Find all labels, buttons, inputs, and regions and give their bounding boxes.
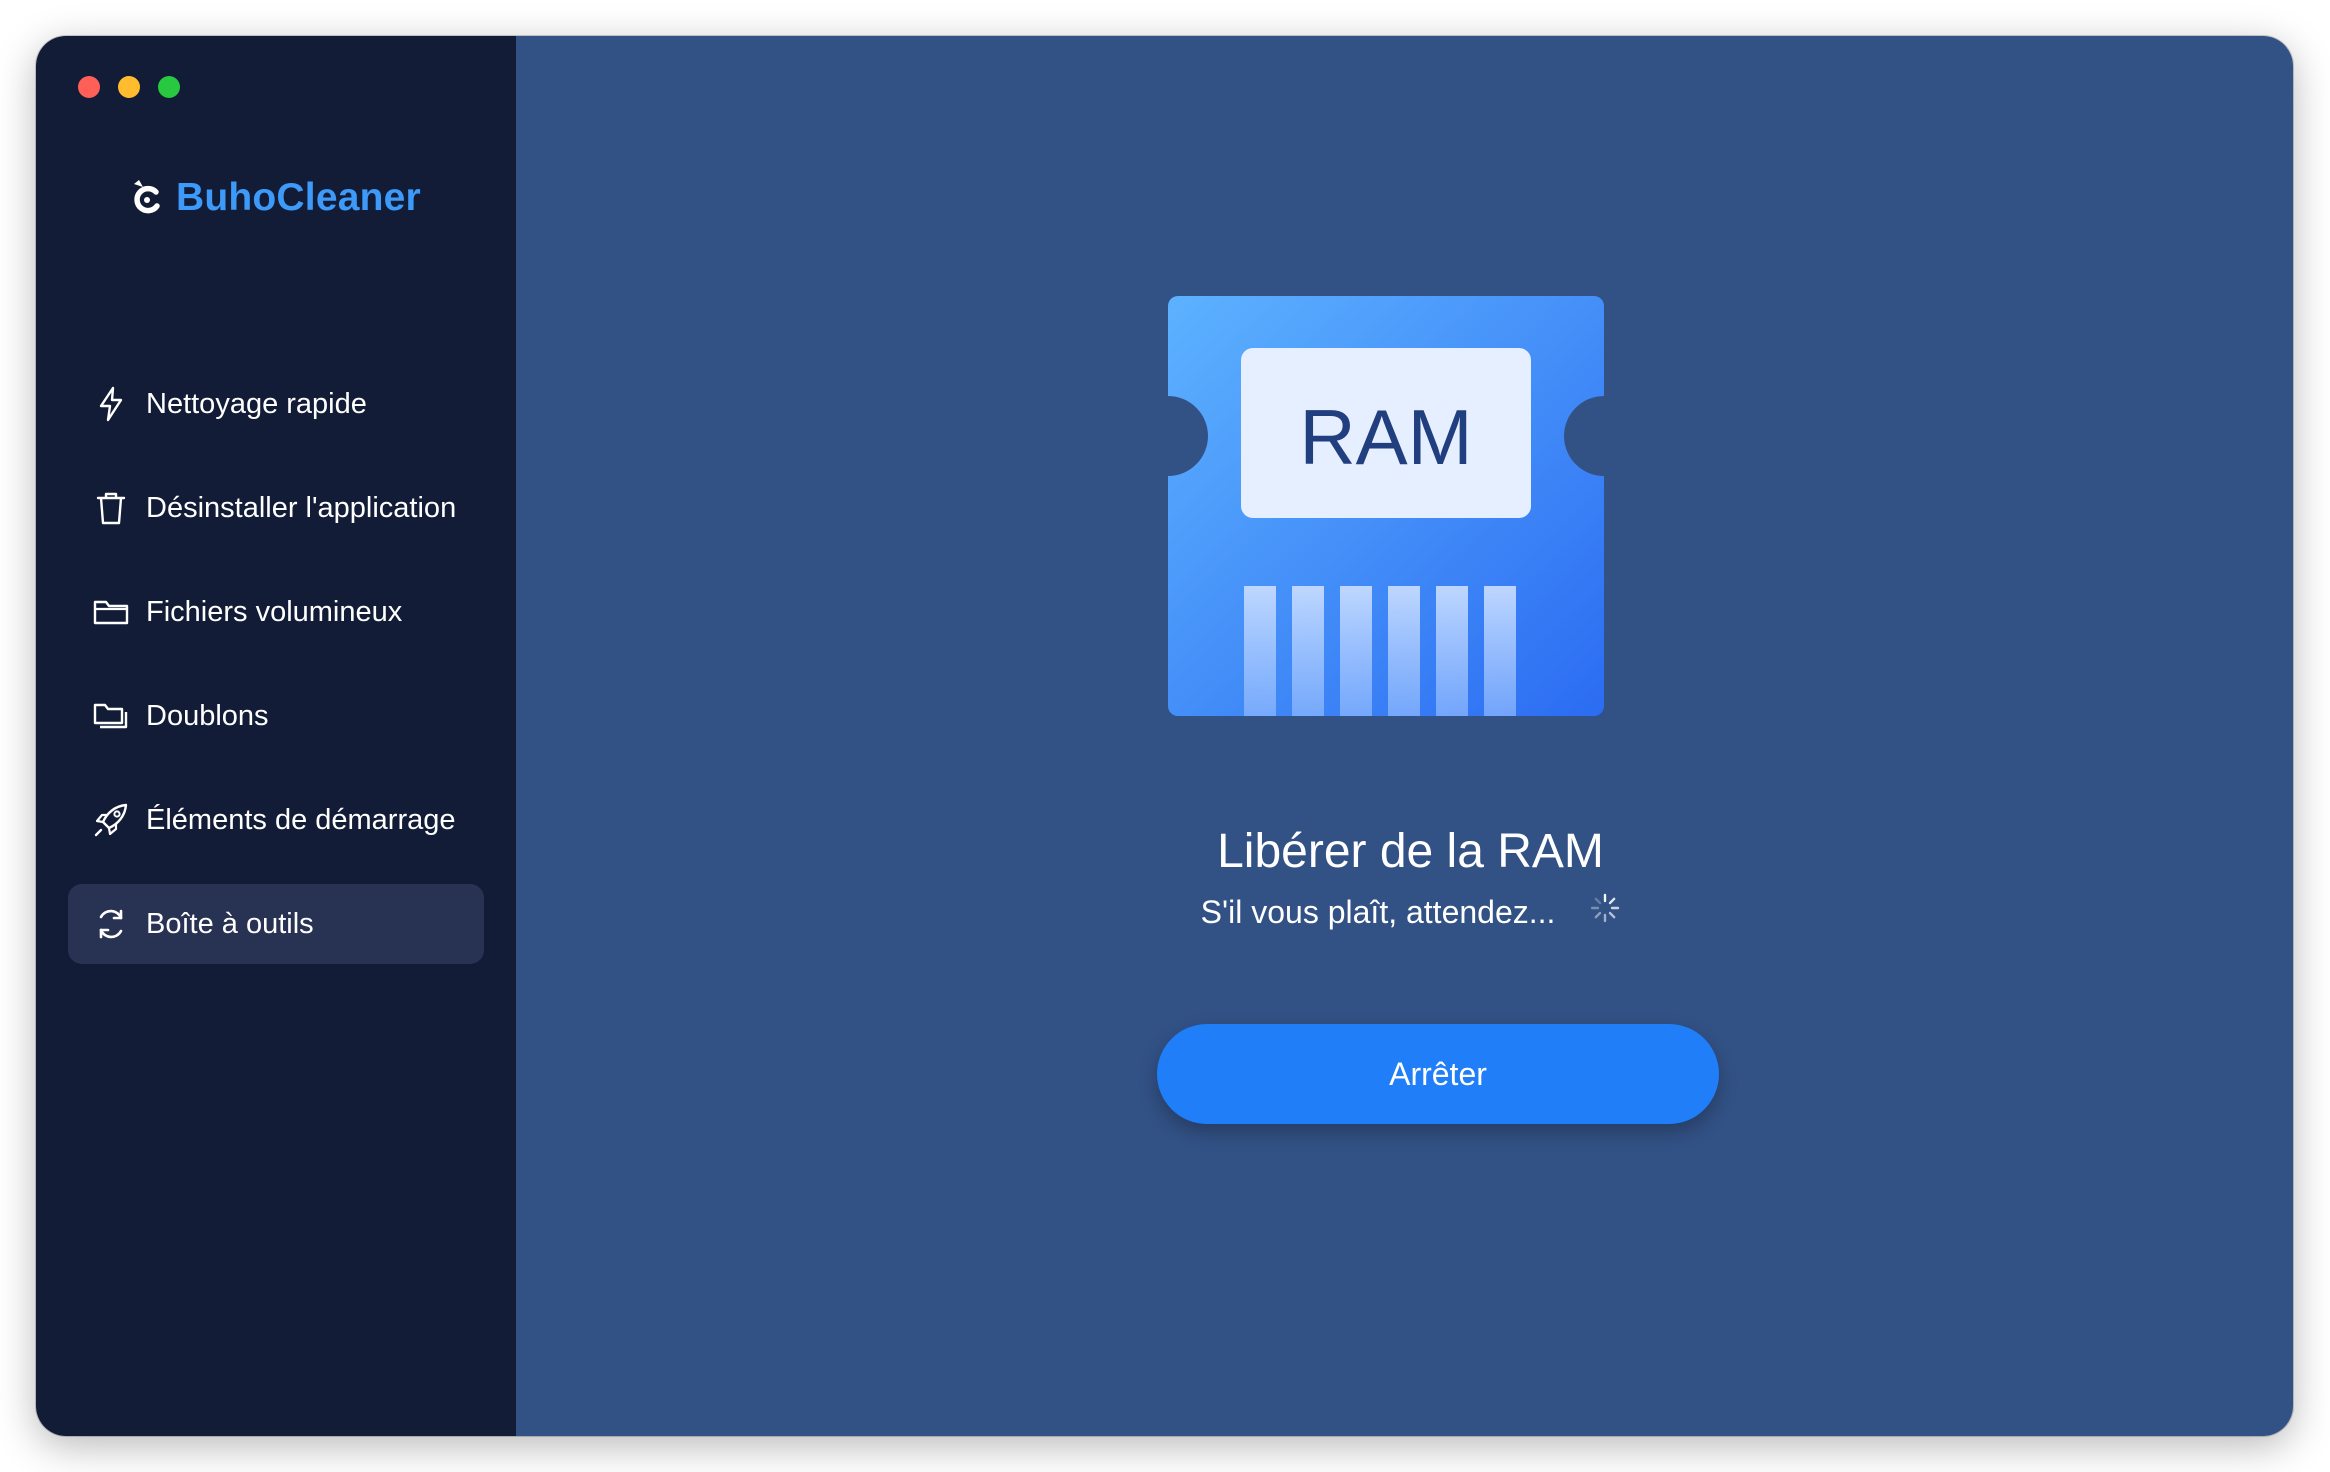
ram-chip-illustration: RAM (1168, 296, 1604, 716)
loading-spinner-icon (1590, 893, 1620, 931)
sidebar: BuhoCleaner Nettoyage rapide Désinstalle… (36, 36, 516, 1436)
sidebar-item-label: Fichiers volumineux (146, 595, 403, 628)
rocket-icon (92, 801, 130, 839)
duplicate-folders-icon (92, 697, 130, 735)
sidebar-item-large-files[interactable]: Fichiers volumineux (68, 572, 484, 652)
brand: BuhoCleaner (130, 176, 421, 220)
main-panel: RAM Libérer de la RAM S'il vous plaît, a… (516, 36, 2293, 1436)
trash-icon (92, 489, 130, 527)
sidebar-item-label: Nettoyage rapide (146, 387, 367, 420)
sidebar-item-toolbox[interactable]: Boîte à outils (68, 884, 484, 964)
status-row: S'il vous plaît, attendez... (516, 893, 2293, 934)
sidebar-item-duplicates[interactable]: Doublons (68, 676, 484, 756)
sidebar-nav: Nettoyage rapide Désinstaller l'applicat… (68, 364, 484, 988)
close-window-button[interactable] (78, 76, 100, 98)
page-title: Libérer de la RAM (1217, 825, 1604, 878)
sidebar-item-label: Doublons (146, 699, 269, 732)
buho-logo-icon (130, 178, 166, 218)
app-name: BuhoCleaner (176, 176, 421, 219)
status-text: S'il vous plaît, attendez... (1200, 894, 1556, 930)
sidebar-item-label: Boîte à outils (146, 907, 314, 940)
sidebar-item-label: Désinstaller l'application (146, 491, 457, 524)
maximize-window-button[interactable] (158, 76, 180, 98)
sidebar-item-quick-clean[interactable]: Nettoyage rapide (68, 364, 484, 444)
sidebar-item-uninstall-app[interactable]: Désinstaller l'application (68, 468, 484, 548)
app-window: BuhoCleaner Nettoyage rapide Désinstalle… (36, 36, 2293, 1436)
stop-button[interactable]: Arrêter (1157, 1024, 1719, 1124)
minimize-window-button[interactable] (118, 76, 140, 98)
window-controls (78, 76, 180, 98)
ram-chip-label: RAM (1299, 393, 1472, 481)
refresh-cycle-icon (92, 905, 130, 943)
lightning-icon (92, 385, 130, 423)
sidebar-item-startup-items[interactable]: Éléments de démarrage (68, 780, 484, 860)
folder-icon (92, 593, 130, 631)
sidebar-item-label: Éléments de démarrage (146, 803, 456, 836)
